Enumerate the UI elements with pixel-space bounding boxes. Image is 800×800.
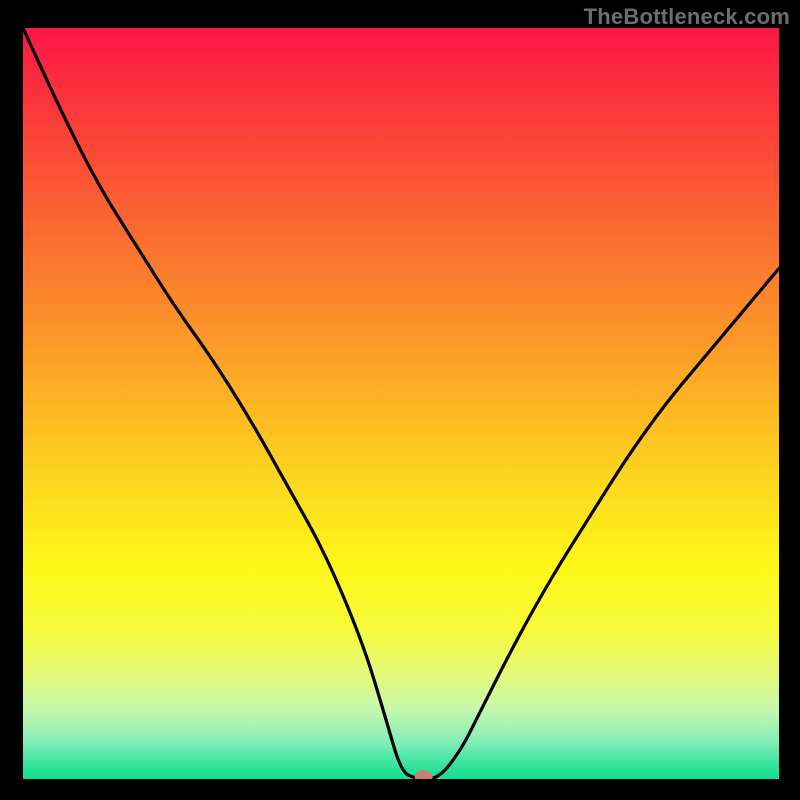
watermark-text: TheBottleneck.com <box>584 4 790 30</box>
chart-container: TheBottleneck.com <box>0 0 800 800</box>
chart-svg <box>23 28 779 779</box>
plot-area <box>23 28 779 779</box>
